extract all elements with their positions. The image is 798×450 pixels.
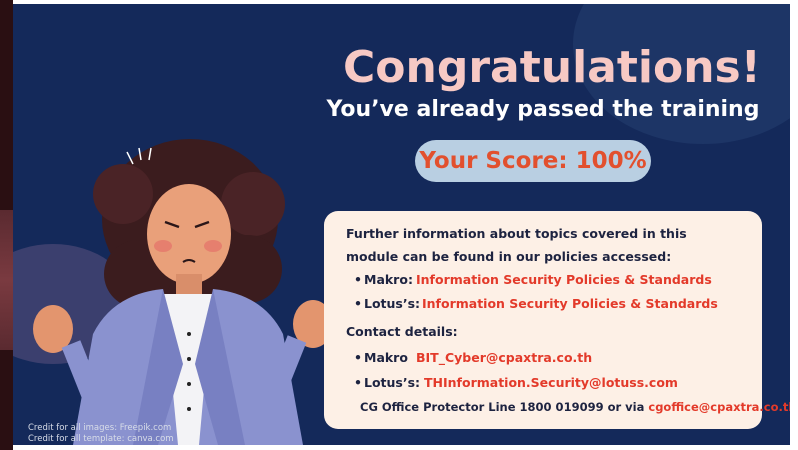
page-title: Congratulations! (343, 42, 761, 93)
contact-label: Makro (364, 350, 408, 365)
info-text-line: Further information about topics covered… (346, 226, 687, 241)
bullet: • (354, 272, 362, 287)
footer-text: CG Office Protector Line 1800 019099 or … (360, 400, 645, 414)
contact-email-link[interactable]: THInformation.Security@lotuss.com (424, 375, 678, 390)
policy-link[interactable]: Information Security Policies & Standard… (416, 272, 712, 287)
page-subtitle: You’ve already passed the training (326, 97, 760, 122)
footer-contact: CG Office Protector Line 1800 019099 or … (360, 400, 790, 414)
info-text-line: module can be found in our policies acce… (346, 249, 672, 264)
bullet: • (354, 350, 362, 365)
window-edge (0, 0, 13, 450)
bullet: • (354, 296, 362, 311)
policy-label: Lotus’s: (364, 296, 421, 311)
info-card: Further information about topics covered… (324, 211, 790, 429)
congratulations-slide: Congratulations! You’ve already passed t… (13, 4, 790, 445)
policy-link[interactable]: Information Security Policies & Standard… (422, 296, 718, 311)
score-badge: Your Score: 100% (415, 140, 651, 182)
image-credit: Credit for all images: Freepik.com (28, 423, 172, 433)
template-credit: Credit for all template: canva.com (28, 434, 174, 444)
contact-label: Lotus’s: (364, 375, 421, 390)
footer-email-link[interactable]: cgoffice@cpaxtra.co.th (648, 400, 790, 414)
woman-illustration (33, 139, 340, 445)
screenshot-frame: Congratulations! You’ve already passed t… (0, 0, 798, 450)
contact-email-link[interactable]: BIT_Cyber@cpaxtra.co.th (416, 350, 592, 365)
contact-heading: Contact details: (346, 324, 458, 339)
policy-label: Makro: (364, 272, 413, 287)
bullet: • (354, 375, 362, 390)
